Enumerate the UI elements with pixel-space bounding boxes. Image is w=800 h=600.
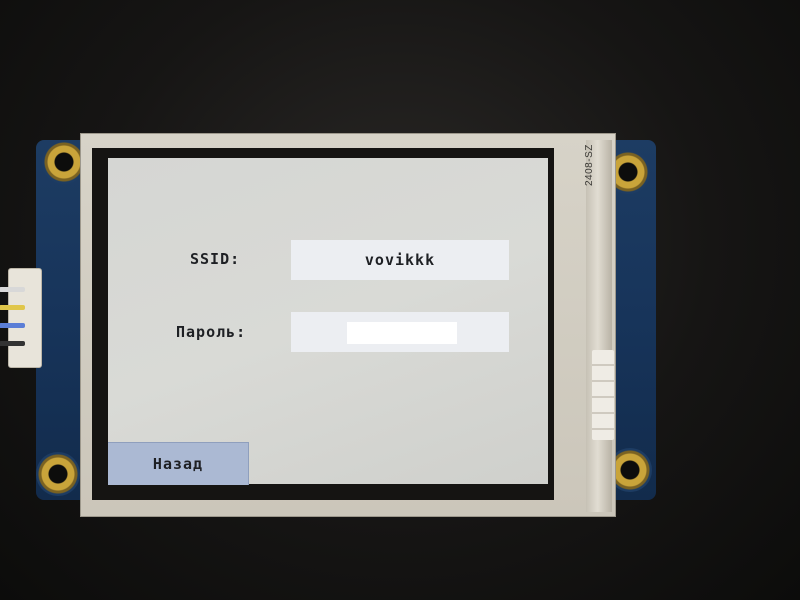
back-button[interactable]: Назад xyxy=(108,442,249,485)
flex-label: 2408-SZ xyxy=(584,144,595,186)
wire xyxy=(0,305,25,310)
cable-connector xyxy=(0,268,42,368)
wire xyxy=(0,341,25,346)
wire xyxy=(0,287,25,292)
password-input[interactable] xyxy=(347,322,457,344)
ssid-label: SSID: xyxy=(190,250,241,268)
flex-cable-strip xyxy=(586,140,612,512)
password-label: Пароль: xyxy=(176,323,247,341)
wire xyxy=(0,323,25,328)
mounting-hole xyxy=(36,452,80,496)
ssid-field[interactable]: vovikkk xyxy=(291,240,509,280)
lcd-screen: SSID: vovikkk Пароль: Назад xyxy=(108,158,548,485)
password-field[interactable] xyxy=(291,312,509,352)
ribbon-latch xyxy=(592,350,614,440)
